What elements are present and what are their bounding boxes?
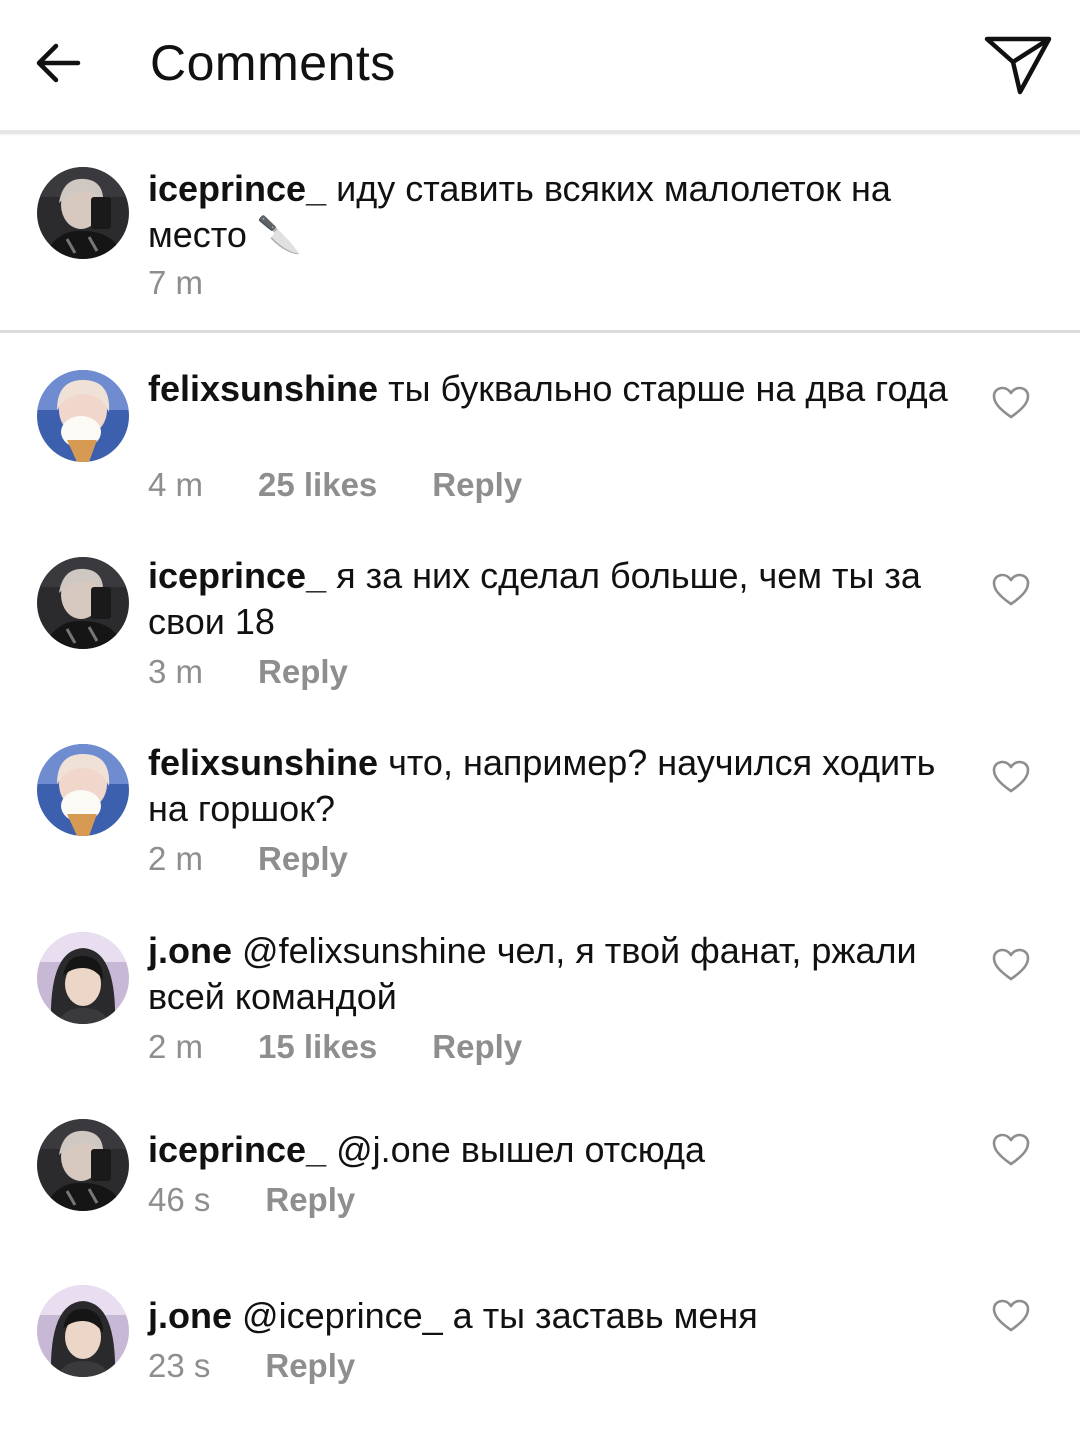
reply-button[interactable]: Reply [265,1181,355,1219]
comment-username[interactable]: felixsunshine [148,742,378,783]
comment-meta: 46 s Reply [148,1181,355,1219]
heart-icon[interactable] [992,948,1030,982]
heart-icon[interactable] [992,1133,1030,1167]
comment-meta: 23 s Reply [148,1347,355,1385]
timestamp: 2 m [148,1028,204,1065]
comment-text: j.one @iceprince_ а ты заставь меня [148,1293,978,1339]
comment-text: iceprince_ @j.one вышел отсюда [148,1127,978,1173]
heart-icon[interactable] [992,573,1030,607]
page-title: Comments [150,35,396,91]
timestamp: 46 s [148,1181,211,1218]
paper-plane-icon [984,36,1052,95]
likes-count[interactable]: 25 likes [258,466,377,504]
comment-body: @iceprince_ а ты заставь меня [242,1295,758,1336]
comment-text: felixsunshine что, например? научился хо… [148,740,978,832]
heart-icon[interactable] [992,1299,1030,1333]
comment-username[interactable]: j.one [148,930,232,971]
comment-text: iceprince_ я за них сделал больше, чем т… [148,553,978,645]
comment-body: ты буквально старше на два года [388,368,948,409]
comment-meta: 2 m Reply [148,840,348,878]
comment-username[interactable]: iceprince_ [148,555,326,596]
caption-username[interactable]: iceprince_ [148,168,326,209]
caption: iceprince_ иду ставить всяких малолеток … [0,134,1080,330]
heart-icon[interactable] [992,760,1030,794]
timestamp: 2 m [148,840,204,877]
arrow-left-icon [36,43,81,83]
caption-divider [0,330,1080,333]
comment-username[interactable]: felixsunshine [148,368,378,409]
share-button[interactable] [982,32,1054,98]
caption-meta: 7 m [148,264,203,302]
likes-count[interactable]: 15 likes [258,1028,377,1066]
comment-username[interactable]: iceprince_ [148,1129,326,1170]
avatar[interactable] [37,932,129,1024]
avatar[interactable] [37,744,129,836]
timestamp: 7 m [148,264,204,301]
comment-username[interactable]: j.one [148,1295,232,1336]
avatar[interactable] [37,167,129,259]
heart-icon[interactable] [992,386,1030,420]
comment-body: @j.one вышел отсюда [336,1129,706,1170]
reply-button[interactable]: Reply [265,1347,355,1385]
back-button[interactable] [28,30,88,96]
reply-button[interactable]: Reply [432,1028,522,1066]
comment-text: j.one @felixsunshine чел, я твой фанат, … [148,928,978,1020]
reply-button[interactable]: Reply [432,466,522,504]
timestamp: 3 m [148,653,204,690]
avatar[interactable] [37,370,129,462]
timestamp: 4 m [148,466,204,503]
avatar[interactable] [37,1285,129,1377]
comment-meta: 4 m 25 likes Reply [148,466,522,504]
comment-body: @felixsunshine чел, я твой фанат, ржали … [148,930,917,1017]
comment-meta: 2 m 15 likes Reply [148,1028,522,1066]
reply-button[interactable]: Reply [258,840,348,878]
avatar[interactable] [37,557,129,649]
top-bar: Comments [0,0,1080,130]
caption-text: iceprince_ иду ставить всяких малолеток … [148,166,978,258]
comment-meta: 3 m Reply [148,653,348,691]
comment-text: felixsunshine ты буквально старше на два… [148,366,978,412]
avatar[interactable] [37,1119,129,1211]
timestamp: 23 s [148,1347,211,1384]
reply-button[interactable]: Reply [258,653,348,691]
